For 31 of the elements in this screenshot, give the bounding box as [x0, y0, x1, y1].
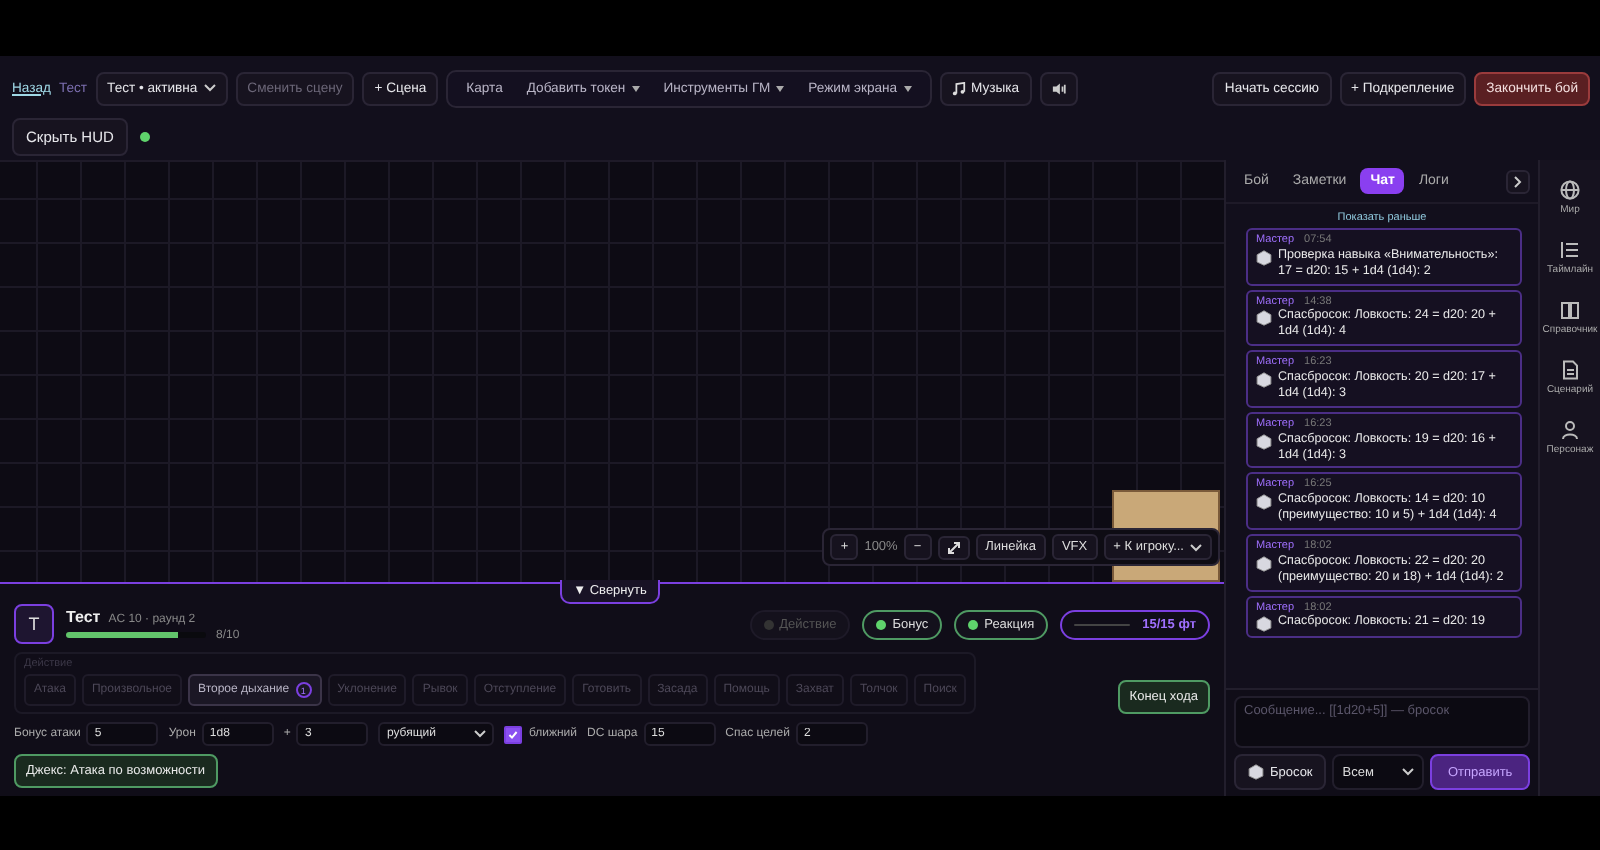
token-avatar: T: [14, 604, 54, 644]
checkbox[interactable]: [504, 725, 523, 743]
combatant-name: Тест: [66, 607, 101, 625]
person-icon: [1559, 420, 1580, 440]
speaker-icon: [1051, 81, 1066, 95]
dice-icon: [1256, 555, 1272, 572]
sound-button[interactable]: [1039, 71, 1078, 105]
chevron-down-icon: [203, 84, 216, 92]
dice-icon: [1256, 433, 1272, 450]
document-icon: [1559, 360, 1580, 380]
caret-icon: [776, 85, 785, 91]
chevron-down-icon: [474, 730, 487, 738]
chevron-down-icon: [1190, 543, 1202, 551]
expand-icon: [947, 541, 960, 553]
fit-button[interactable]: [937, 535, 970, 559]
globe-icon: [1560, 180, 1580, 200]
dice-icon: [1256, 372, 1272, 389]
dice-icon: [1256, 616, 1272, 633]
music-note-icon: [951, 81, 966, 95]
caret-icon: [903, 85, 912, 91]
dice-icon: [1256, 494, 1272, 511]
dice-icon: [1248, 764, 1264, 780]
hp-bar: [66, 632, 206, 638]
dice-icon: [1256, 249, 1272, 266]
dice-icon: [1256, 310, 1272, 327]
book-icon: [1560, 300, 1580, 320]
more-tabs-button[interactable]: [1506, 169, 1530, 193]
chevron-right-icon: [1514, 175, 1522, 187]
chevron-down-icon: [1402, 768, 1415, 776]
caret-icon: [631, 85, 640, 91]
list-icon: [1560, 240, 1580, 260]
